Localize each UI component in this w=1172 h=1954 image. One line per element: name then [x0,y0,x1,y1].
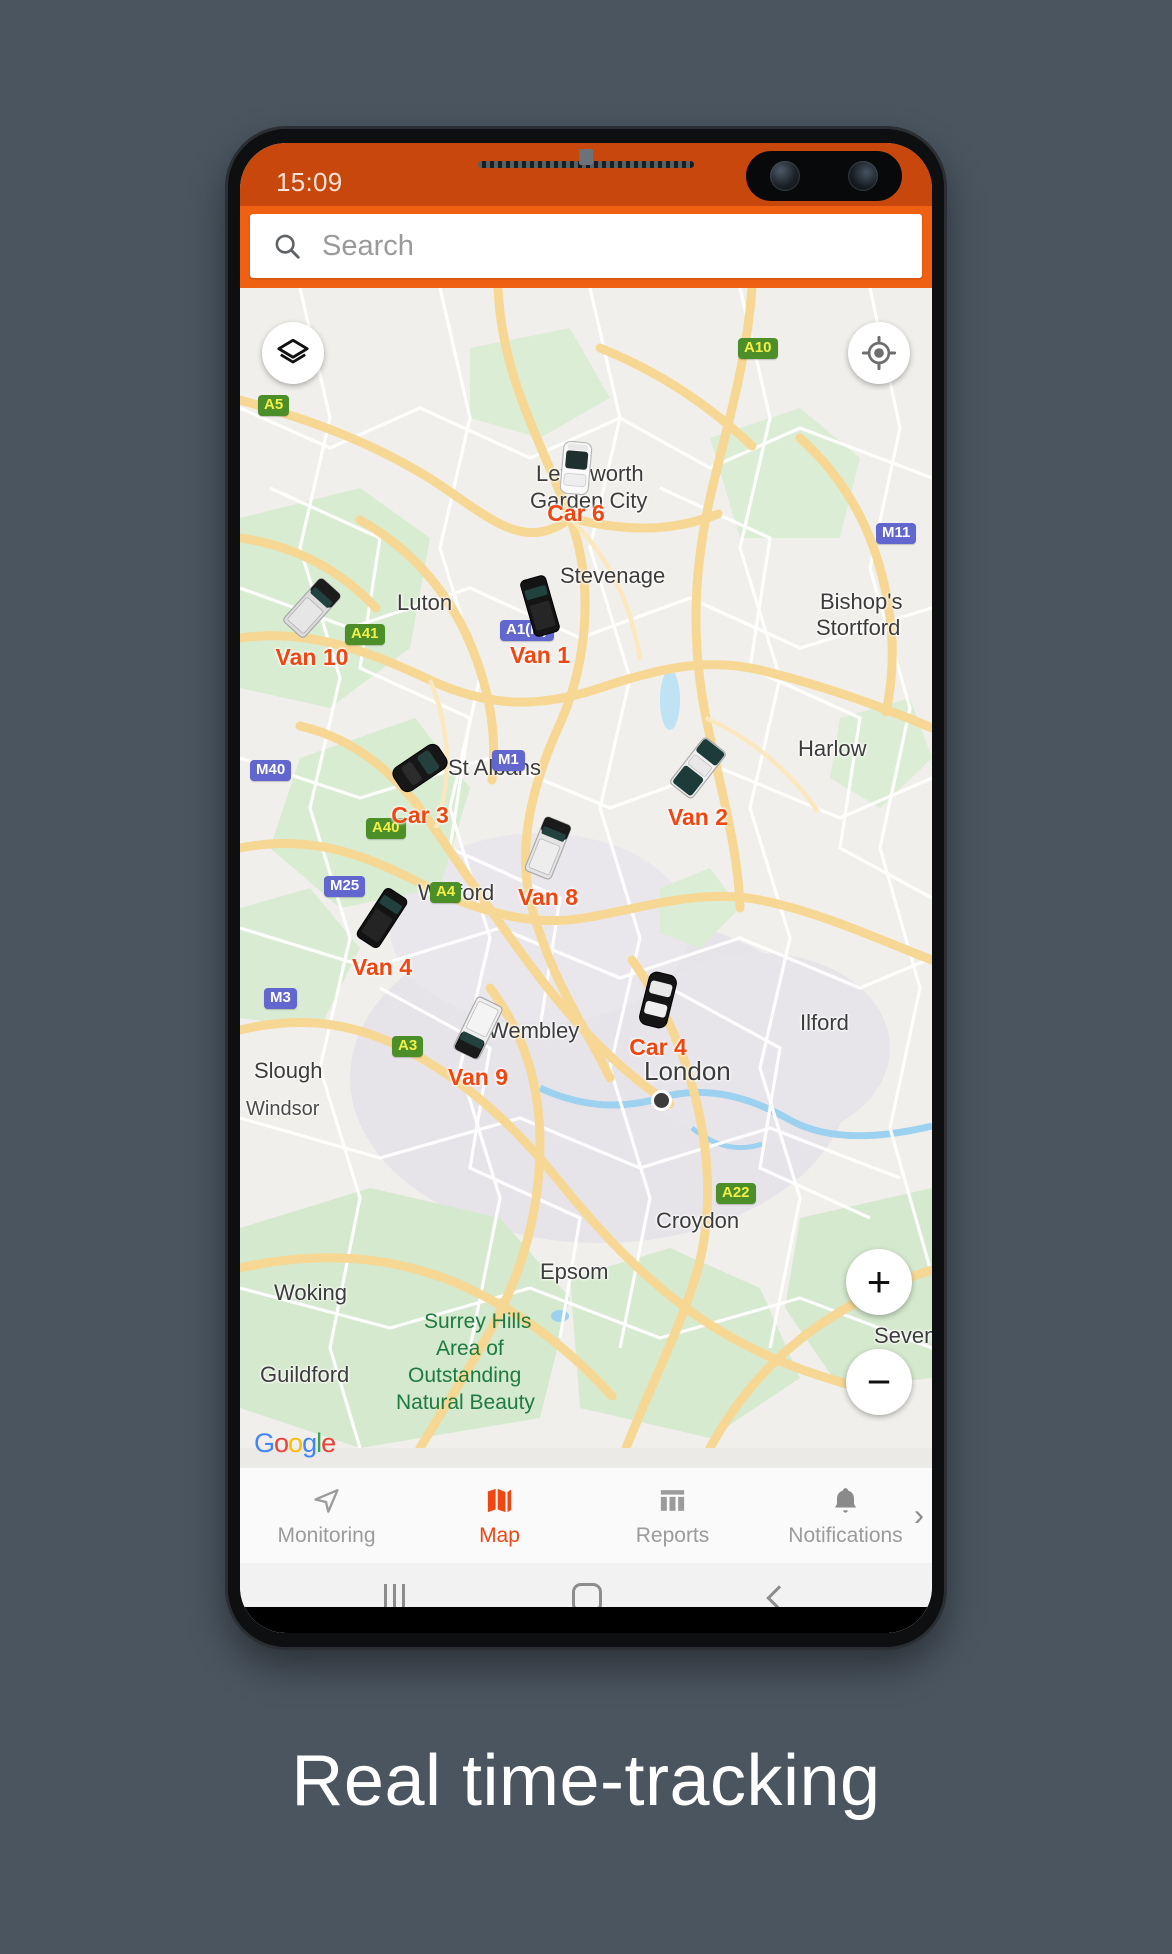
google-logo: Google [254,1428,336,1459]
road-shield: A4 [430,882,462,903]
vehicle-label: Car 6 [547,500,605,526]
park-label: Natural Beauty [396,1391,535,1414]
road-shield: A3 [392,1036,424,1057]
search-placeholder: Search [322,229,414,262]
tab-monitoring[interactable]: Monitoring [240,1483,413,1548]
zoom-in-button[interactable]: + [846,1249,912,1315]
phone-screen-frame: 15:09 Search Garden City Stevenage Luton… [240,143,932,1633]
road-shield: A22 [716,1183,756,1204]
logo-letter: G [254,1428,275,1458]
map-layers-button[interactable] [262,322,324,384]
tab-label: Monitoring [277,1524,376,1547]
front-camera-lens-icon [770,161,800,191]
search-input[interactable]: Search [250,214,922,278]
logo-letter: g [302,1428,317,1458]
page-root: 15:09 Search Garden City Stevenage Luton… [0,0,1172,1954]
vehicle-label: Van 2 [667,804,729,830]
logo-letter: o [274,1428,289,1458]
tab-label: Reports [635,1524,710,1547]
map-label: Bishop's [820,589,903,614]
road-shield: A10 [738,338,778,359]
map-label: Guildford [260,1362,350,1387]
phone-device: 15:09 Search Garden City Stevenage Luton… [228,129,944,1647]
road-shield: M11 [876,523,917,544]
map-label: Woking [274,1280,347,1305]
my-location-button[interactable] [848,322,910,384]
tab-map[interactable]: Map [413,1483,586,1548]
map-label: Luton [397,590,453,615]
logo-letter: o [288,1428,303,1458]
zoom-out-label: − [866,1358,892,1405]
tab-reports[interactable]: Reports [586,1483,759,1548]
search-bar-container: Search [240,206,932,288]
car-top-view-icon [559,440,593,496]
map-label: Seven [874,1323,932,1348]
vehicle-label: Car 4 [629,1034,687,1060]
search-icon [275,234,300,259]
chevron-right-icon[interactable]: › [914,1499,924,1533]
map-view[interactable]: Letchworth Garden City Stevenage Luton B… [240,288,932,1467]
front-camera-lens-secondary-icon [848,161,878,191]
map-label: Croydon [656,1208,740,1233]
map-label: Stortford [816,615,901,640]
vehicle-label: Car 3 [391,802,449,828]
map-label: Harlow [798,736,867,761]
my-location-icon [861,335,897,371]
tab-label: Notifications [788,1524,903,1547]
zoom-out-button[interactable]: − [846,1349,912,1415]
page-caption: Real time-tracking [291,1741,881,1821]
vehicle-label: Van 4 [351,954,413,980]
road-shield: M25 [324,876,366,897]
road-shield: M1 [492,750,525,771]
camera-cutout [746,151,902,201]
tab-notifications[interactable]: Notifications [759,1483,932,1548]
app-screen: 15:09 Search Garden City Stevenage Luton… [240,143,932,1633]
road-shield: M3 [264,988,297,1009]
navigation-arrow-icon [311,1483,342,1517]
map-label: Slough [254,1058,323,1083]
logo-letter: e [321,1428,336,1458]
status-clock: 15:09 [276,167,343,197]
road-shield: A41 [345,624,385,645]
vehicle-label: Van 9 [447,1064,509,1090]
bottom-tab-bar: Monitoring Map Reports Notifications › [240,1467,932,1563]
map-label: Epsom [540,1259,609,1284]
table-icon [657,1483,688,1517]
layers-icon [277,338,309,364]
bell-icon [830,1483,861,1517]
road-shield: A5 [258,395,290,416]
road-shield: M40 [250,760,292,781]
vehicle-label: Van 10 [275,644,349,670]
london-city-marker-icon [654,1093,669,1108]
tab-label: Map [479,1524,520,1547]
vehicle-label: Van 1 [509,642,571,668]
vehicle-label: Van 8 [517,884,579,910]
zoom-in-label: + [866,1258,892,1305]
park-label: Surrey Hills [424,1310,532,1333]
park-label: Area of [436,1337,504,1360]
screen-bottom-bezel [240,1607,932,1633]
map-label: Windsor [246,1098,320,1120]
proximity-sensor-icon [579,149,593,165]
map-label: Stevenage [560,563,666,588]
map-label: Ilford [800,1010,849,1035]
park-label: Outstanding [408,1364,522,1387]
map-icon [484,1483,515,1517]
